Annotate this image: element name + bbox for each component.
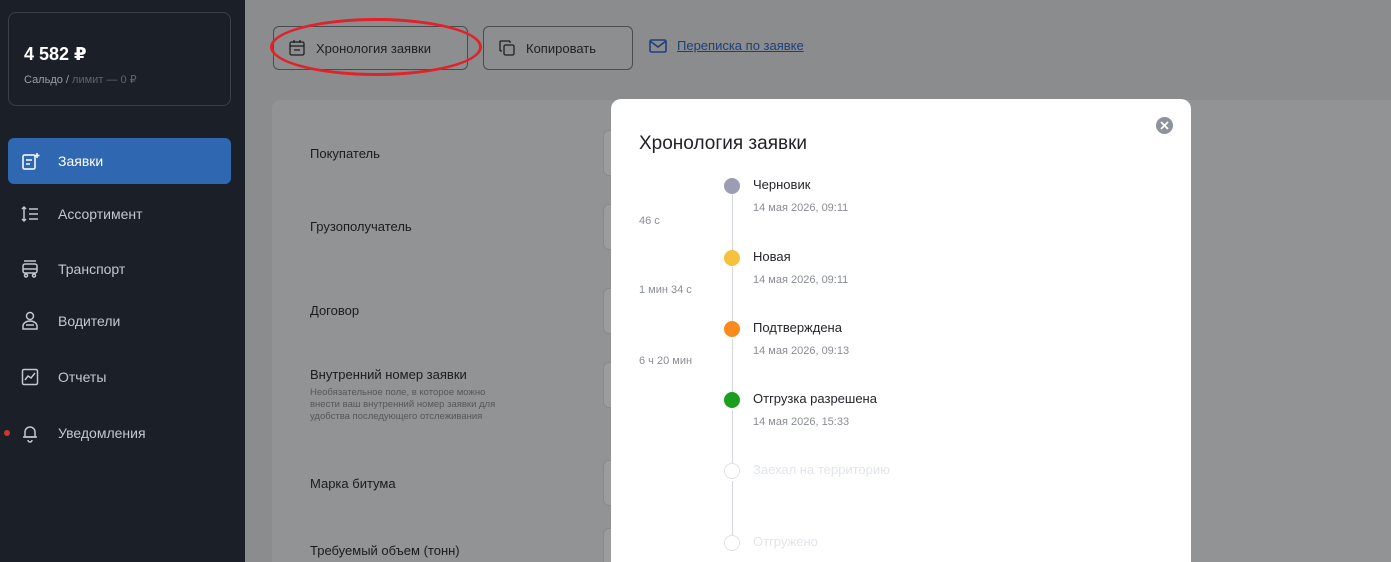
sidebar-item-label: Отчеты <box>58 369 107 385</box>
status-dot-shipment-allowed <box>724 392 740 408</box>
sidebar-item-orders[interactable]: Заявки <box>8 138 231 184</box>
status-dot-shipped <box>724 535 740 551</box>
status-name: Отгружено <box>753 534 818 549</box>
status-name: Новая <box>753 249 791 264</box>
sidebar-item-notifications[interactable]: Уведомления <box>4 410 231 456</box>
consignee-label: Грузополучатель <box>310 219 412 234</box>
sidebar-item-label: Водители <box>58 313 121 329</box>
balance-limit: лимит — 0 ₽ <box>72 74 137 86</box>
chart-icon <box>18 365 42 389</box>
duration-label: 46 с <box>639 215 660 227</box>
sidebar: 4 582 ₽ Сальдо / лимит — 0 ₽ Заявки Ассо… <box>0 0 245 562</box>
timeline-connector <box>732 267 733 327</box>
bitumen-grade-label: Марка битума <box>310 476 396 491</box>
copy-icon <box>498 39 516 57</box>
status-dot-draft <box>724 178 740 194</box>
truck-icon <box>18 257 42 281</box>
history-button-label: Хронология заявки <box>316 40 431 56</box>
modal-title: Хронология заявки <box>639 133 808 154</box>
balance-label: Сальдо / <box>24 74 73 86</box>
balance-subtitle: Сальдо / лимит — 0 ₽ <box>24 73 137 86</box>
status-date: 14 мая 2026, 15:33 <box>753 416 850 428</box>
contract-label: Договор <box>310 303 360 318</box>
correspondence-link[interactable]: Переписка по заявке <box>649 38 804 53</box>
sidebar-item-reports[interactable]: Отчеты <box>8 354 231 400</box>
duration-label: 1 мин 34 с <box>639 284 692 296</box>
status-dot-entered-territory <box>724 463 740 479</box>
sidebar-item-drivers[interactable]: Водители <box>8 298 231 344</box>
internal-number-hint: Необязательное поле, в которое можно вне… <box>310 387 496 422</box>
correspondence-link-label: Переписка по заявке <box>677 38 804 53</box>
status-date: 14 мая 2026, 09:11 <box>753 274 849 286</box>
duration-label: 6 ч 20 мин <box>639 355 693 367</box>
timeline-connector <box>732 410 733 468</box>
status-date: 14 мая 2026, 09:11 <box>753 202 849 214</box>
buyer-label: Покупатель <box>310 146 380 161</box>
calendar-icon <box>288 39 306 57</box>
order-add-icon <box>18 149 42 173</box>
copy-button[interactable]: Копировать <box>483 26 633 70</box>
status-name: Подтверждена <box>753 320 842 335</box>
balance-amount: 4 582 ₽ <box>24 44 87 64</box>
bell-icon <box>18 421 42 445</box>
sidebar-item-label: Заявки <box>58 153 104 169</box>
sidebar-item-label: Уведомления <box>58 425 146 441</box>
timeline-connector <box>732 195 733 255</box>
status-dot-confirmed <box>724 321 740 337</box>
history-button[interactable]: Хронология заявки <box>273 26 468 70</box>
timeline-connector <box>732 339 733 399</box>
close-icon[interactable] <box>1156 117 1173 134</box>
driver-icon <box>18 309 42 333</box>
sidebar-item-label: Транспорт <box>58 261 126 277</box>
status-name: Черновик <box>753 177 811 192</box>
sort-list-icon <box>18 202 42 226</box>
internal-number-label: Внутренний номер заявки <box>310 367 467 382</box>
mail-icon <box>649 38 667 53</box>
sidebar-item-label: Ассортимент <box>58 206 143 222</box>
status-name: Заехал на территорию <box>753 462 890 477</box>
sidebar-item-assortment[interactable]: Ассортимент <box>8 191 231 237</box>
sidebar-item-transport[interactable]: Транспорт <box>8 246 231 292</box>
status-date: 14 мая 2026, 09:13 <box>753 345 850 357</box>
timeline-connector <box>732 481 733 539</box>
status-dot-new <box>724 250 740 266</box>
notification-badge <box>4 430 10 436</box>
volume-label: Требуемый объем (тонн) <box>310 543 460 558</box>
copy-button-label: Копировать <box>526 40 596 56</box>
history-modal: Хронология заявки Черновик 14 мая 2026, … <box>611 99 1191 562</box>
status-name: Отгрузка разрешена <box>753 391 877 406</box>
